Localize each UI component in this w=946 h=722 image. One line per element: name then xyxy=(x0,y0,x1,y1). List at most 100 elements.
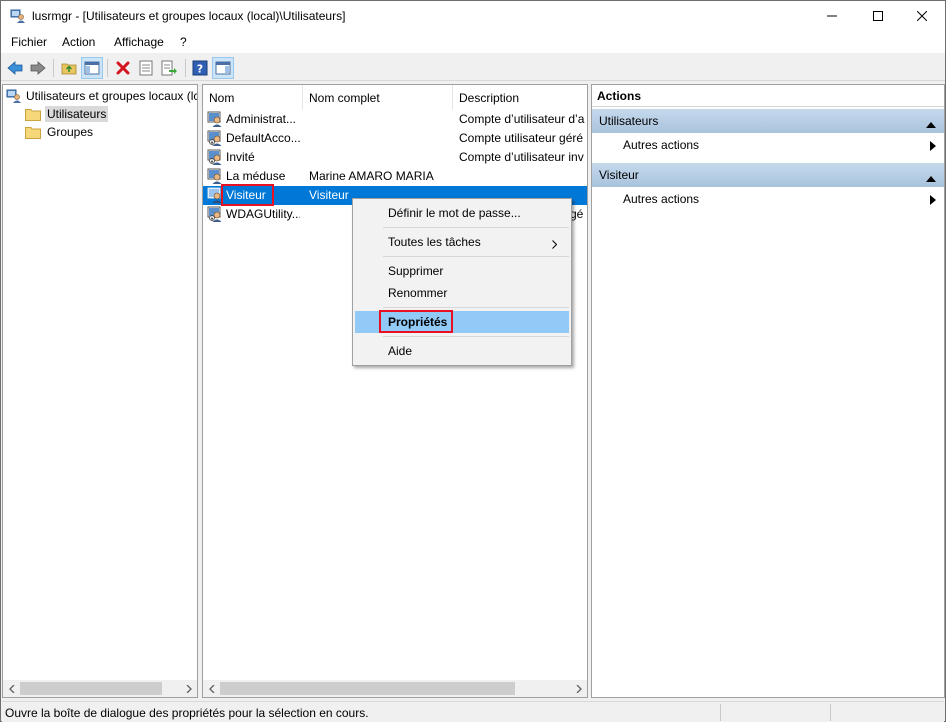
action-autres-actions[interactable]: Autres actions xyxy=(592,188,944,210)
app-window: lusrmgr - [Utilisateurs et groupes locau… xyxy=(0,0,946,722)
tree-horizontal-scrollbar[interactable] xyxy=(3,680,197,697)
column-header-description[interactable]: Description xyxy=(453,85,587,110)
user-name: DefaultAcco... xyxy=(226,131,300,145)
svg-text:?: ? xyxy=(197,63,203,76)
users-app-icon xyxy=(10,8,26,24)
tree-root[interactable]: Utilisateurs et groupes locaux (lc xyxy=(6,87,197,105)
actions-section-utilisateurs[interactable]: Utilisateurs xyxy=(592,109,944,133)
user-list-pane: Nom Nom complet Description Administrat.… xyxy=(202,84,588,698)
status-bar: Ouvre la boîte de dialogue des propriété… xyxy=(2,701,944,722)
scroll-left-icon[interactable] xyxy=(3,680,20,697)
folder-icon xyxy=(25,126,41,139)
tree-item-label: Utilisateurs xyxy=(45,106,109,122)
ctx-separator xyxy=(383,336,569,337)
submenu-arrow-icon xyxy=(930,194,936,208)
list-row[interactable]: DefaultAcco... Compte utilisateur géré xyxy=(203,129,587,148)
toolbar: ? xyxy=(1,55,945,81)
user-description: gé xyxy=(570,207,584,221)
scroll-thumb[interactable] xyxy=(220,682,515,695)
user-name: WDAGUtility... xyxy=(226,207,300,221)
tree-pane: Utilisateurs et groupes locaux (lc Utili… xyxy=(2,84,198,698)
user-name: Invité xyxy=(226,150,255,164)
properties-icon[interactable] xyxy=(135,57,157,79)
user-account-icon xyxy=(207,149,223,165)
list-row[interactable]: Administrat... Compte d’utilisateur d’a xyxy=(203,110,587,129)
ctx-help[interactable]: Aide xyxy=(355,340,569,362)
export-list-icon[interactable] xyxy=(158,57,180,79)
user-account-icon xyxy=(207,206,223,222)
user-description: Compte d’utilisateur inv xyxy=(459,150,584,164)
action-label: Autres actions xyxy=(623,138,700,152)
window-title: lusrmgr - [Utilisateurs et groupes locau… xyxy=(32,9,346,23)
folder-icon xyxy=(25,108,41,121)
column-header-nom[interactable]: Nom xyxy=(203,85,303,110)
scroll-left-icon[interactable] xyxy=(203,680,220,697)
ctx-separator xyxy=(383,227,569,228)
toolbar-separator xyxy=(53,59,54,77)
menu-affichage[interactable]: Affichage xyxy=(114,35,164,49)
submenu-chevron-icon xyxy=(552,238,558,252)
menu-help[interactable]: ? xyxy=(180,35,187,49)
ctx-item-label: Toutes les tâches xyxy=(388,235,481,249)
list-row[interactable]: Invité Compte d’utilisateur inv xyxy=(203,148,587,167)
menu-action[interactable]: Action xyxy=(62,35,95,49)
minimize-button[interactable] xyxy=(809,1,855,31)
title-bar: lusrmgr - [Utilisateurs et groupes locau… xyxy=(1,1,945,31)
show-hide-tree-icon[interactable] xyxy=(81,57,103,79)
ctx-item-label: Renommer xyxy=(388,286,448,300)
ctx-item-label: Aide xyxy=(388,344,413,358)
action-autres-actions[interactable]: Autres actions xyxy=(592,134,944,156)
tree-item-groupes[interactable]: Groupes xyxy=(25,123,95,141)
tree-item-utilisateurs[interactable]: Utilisateurs xyxy=(25,105,109,123)
scroll-right-icon[interactable] xyxy=(180,680,197,697)
up-folder-icon[interactable] xyxy=(58,57,80,79)
ctx-item-label: Supprimer xyxy=(388,264,444,278)
ctx-set-password[interactable]: Définir le mot de passe... xyxy=(355,202,569,224)
scroll-thumb[interactable] xyxy=(20,682,162,695)
user-account-icon xyxy=(207,168,223,184)
user-description: Compte utilisateur géré xyxy=(459,131,584,145)
action-label: Autres actions xyxy=(623,192,700,206)
tree-item-label: Groupes xyxy=(47,125,94,139)
user-full-name: Marine AMARO MARIA xyxy=(309,169,434,183)
maximize-button[interactable] xyxy=(855,1,901,31)
user-account-icon xyxy=(207,130,223,146)
ctx-all-tasks[interactable]: Toutes les tâches xyxy=(355,231,569,253)
user-name: Administrat... xyxy=(226,112,297,126)
help-icon[interactable]: ? xyxy=(189,57,211,79)
submenu-arrow-icon xyxy=(930,140,936,154)
section-header-label: Visiteur xyxy=(599,168,639,182)
ctx-separator xyxy=(383,256,569,257)
menu-bar: Fichier Action Affichage ? xyxy=(1,31,945,54)
ctx-separator xyxy=(383,307,569,308)
actions-section-visiteur[interactable]: Visiteur xyxy=(592,163,944,187)
user-name: La méduse xyxy=(226,169,286,183)
context-menu: Définir le mot de passe... Toutes les tâ… xyxy=(352,198,572,366)
column-header-nom-complet[interactable]: Nom complet xyxy=(303,85,453,110)
delete-icon[interactable] xyxy=(112,57,134,79)
back-arrow-icon[interactable] xyxy=(4,57,26,79)
scroll-right-icon[interactable] xyxy=(570,680,587,697)
user-description: Compte d’utilisateur d’a xyxy=(459,112,585,126)
list-horizontal-scrollbar[interactable] xyxy=(203,680,587,697)
status-text: Ouvre la boîte de dialogue des propriété… xyxy=(5,706,369,720)
show-hide-action-pane-icon[interactable] xyxy=(212,57,234,79)
ctx-item-label: Définir le mot de passe... xyxy=(388,206,521,220)
toolbar-separator xyxy=(185,59,186,77)
section-header-label: Utilisateurs xyxy=(599,114,659,128)
users-groups-icon xyxy=(6,88,22,104)
collapse-up-icon[interactable] xyxy=(926,171,936,185)
annotation-highlight-visiteur xyxy=(221,184,274,206)
menu-fichier[interactable]: Fichier xyxy=(11,35,47,49)
ctx-rename[interactable]: Renommer xyxy=(355,282,569,304)
user-account-icon xyxy=(207,111,223,127)
annotation-highlight-proprietes xyxy=(379,310,453,333)
toolbar-separator xyxy=(107,59,108,77)
collapse-up-icon[interactable] xyxy=(926,117,936,131)
forward-arrow-icon[interactable] xyxy=(27,57,49,79)
status-divider xyxy=(830,704,831,721)
status-divider xyxy=(720,704,721,721)
close-button[interactable] xyxy=(899,1,945,31)
actions-pane: Actions Utilisateurs Autres actions Visi… xyxy=(591,84,945,698)
ctx-delete[interactable]: Supprimer xyxy=(355,260,569,282)
